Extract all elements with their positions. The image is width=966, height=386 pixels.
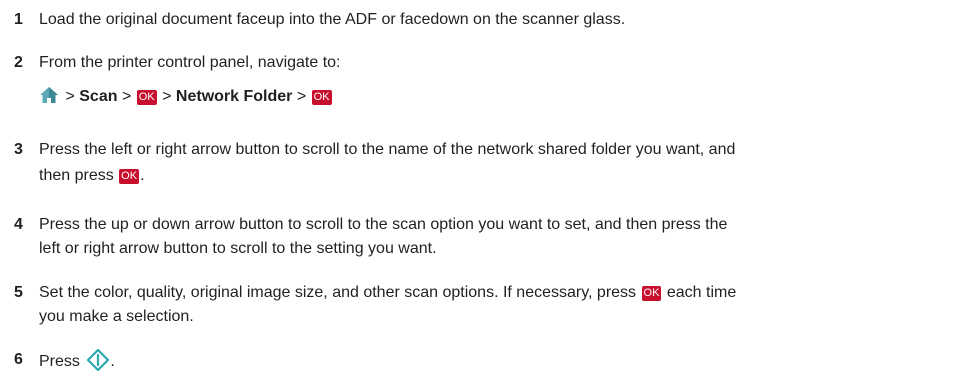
path-separator: > [296, 88, 307, 105]
step-text: left or right arrow button to scroll to … [39, 240, 437, 257]
step-text-line-2: then press OK. [39, 164, 954, 188]
step-text: . [110, 353, 115, 370]
step-5: 5 Set the color, quality, original image… [14, 281, 954, 329]
step-text: Press the up or down arrow button to scr… [39, 216, 728, 233]
step-number: 3 [14, 141, 23, 158]
scan-label: Scan [79, 88, 118, 105]
step-4: 4 Press the up or down arrow button to s… [14, 213, 954, 261]
navigation-path: > Scan > OK > Network Folder > OK [39, 85, 954, 112]
step-6: 6 Press . [14, 348, 954, 380]
step-text: Set the color, quality, original image s… [39, 284, 637, 301]
step-1: 1 Load the original document faceup into… [14, 8, 954, 32]
step-text: then press [39, 167, 114, 184]
step-number: 4 [14, 216, 23, 233]
step-number: 2 [14, 54, 23, 71]
step-number: 1 [14, 11, 23, 28]
instruction-document: 1 Load the original document faceup into… [0, 0, 966, 386]
step-text: you make a selection. [39, 308, 194, 325]
path-separator: > [162, 88, 172, 105]
step-number: 5 [14, 284, 23, 301]
ok-button-icon: OK [119, 169, 140, 184]
network-folder-label: Network Folder [175, 88, 293, 105]
start-icon [86, 348, 110, 380]
step-text: Load the original document faceup into t… [39, 11, 626, 28]
ok-button-icon: OK [311, 90, 332, 105]
path-separator: > [121, 88, 132, 105]
step-text: each time [666, 284, 737, 301]
step-text: Press the left or right arrow button to … [39, 141, 736, 158]
step-text: . [140, 167, 145, 184]
step-text: Press [39, 353, 80, 370]
step-text-line: Press . [39, 348, 954, 380]
step-text-line-1: Set the color, quality, original image s… [39, 281, 954, 305]
step-number: 6 [14, 351, 23, 368]
step-2: 2 From the printer control panel, naviga… [14, 51, 954, 112]
path-separator: > [65, 88, 75, 105]
ok-button-icon: OK [136, 90, 157, 105]
home-icon [39, 86, 59, 112]
step-3: 3 Press the left or right arrow button t… [14, 138, 954, 188]
ok-button-icon: OK [641, 286, 662, 301]
step-text: From the printer control panel, navigate… [39, 54, 341, 71]
